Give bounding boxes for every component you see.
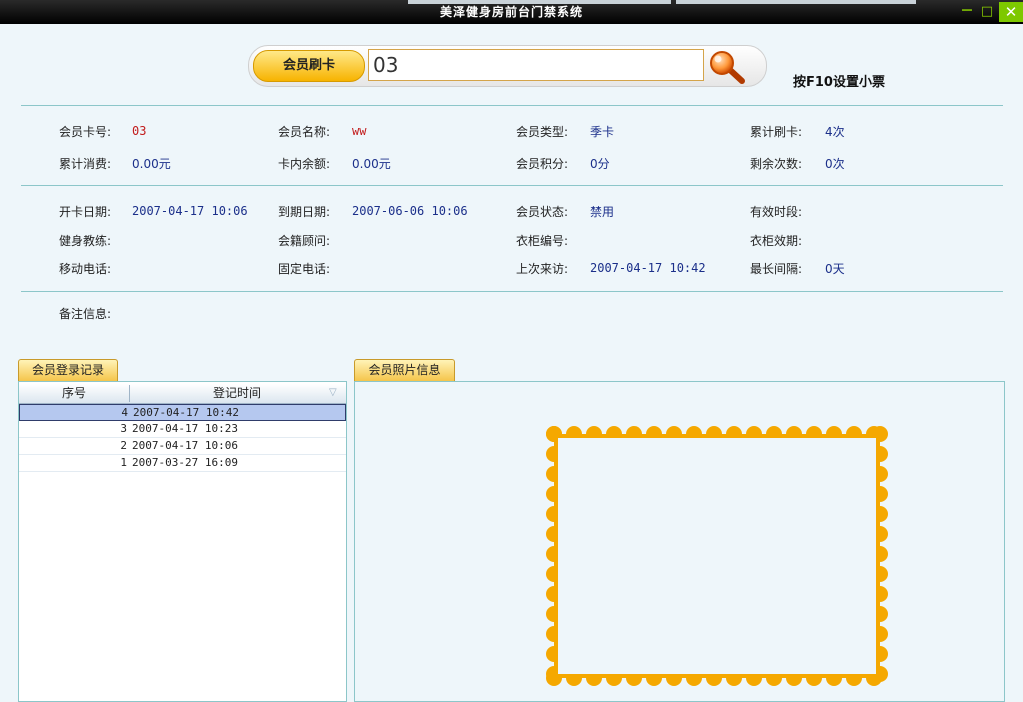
column-header-no[interactable]: 序号 [19, 384, 129, 403]
search-icon[interactable] [708, 50, 748, 86]
row-time: 2007-04-17 10:42 [133, 406, 239, 419]
column-header-time[interactable]: 登记时间 [130, 384, 344, 403]
close-button[interactable]: ✕ [999, 2, 1023, 22]
row-no: 4 [121, 406, 128, 419]
card-no-value: 03 [132, 124, 147, 138]
member-name-value: ww [352, 124, 367, 138]
total-swipes-label: 累计刷卡: [750, 125, 803, 139]
consultant-label: 会籍顾问: [278, 234, 331, 248]
row-time: 2007-04-17 10:06 [132, 439, 238, 452]
table-row[interactable]: 3 2007-04-17 10:23 [19, 421, 346, 438]
tab-login-log[interactable]: 会员登录记录 [18, 359, 118, 381]
tab-member-photo[interactable]: 会员照片信息 [354, 359, 455, 381]
title-bar: 美泽健身房前台门禁系统 － □ ✕ [0, 0, 1023, 24]
valid-period-label: 有效时段: [750, 205, 803, 219]
row-time: 2007-04-17 10:23 [132, 422, 238, 435]
member-name-label: 会员名称: [278, 125, 331, 139]
window-title: 美泽健身房前台门禁系统 [439, 5, 583, 19]
row-no: 3 [120, 422, 127, 435]
row-no: 1 [120, 456, 127, 469]
coach-label: 健身教练: [59, 234, 112, 248]
max-interval-label: 最长间隔: [750, 262, 803, 276]
remaining-label: 剩余次数: [750, 157, 803, 171]
phone-label: 固定电话: [278, 262, 331, 276]
points-label: 会员积分: [516, 157, 569, 171]
mobile-label: 移动电话: [59, 262, 112, 276]
locker-no-label: 衣柜编号: [516, 234, 569, 248]
row-time: 2007-03-27 16:09 [132, 456, 238, 469]
open-date-label: 开卡日期: [59, 205, 112, 219]
member-type-value: 季卡 [590, 125, 615, 139]
remark-label: 备注信息: [59, 307, 112, 321]
total-swipes-value: 4次 [825, 125, 845, 139]
table-row[interactable]: 1 2007-03-27 16:09 [19, 455, 346, 472]
table-row[interactable]: 4 2007-04-17 10:42 [19, 404, 346, 421]
member-type-label: 会员类型: [516, 125, 569, 139]
divider [21, 185, 1003, 186]
maximize-button[interactable]: □ [977, 2, 997, 22]
expire-date-label: 到期日期: [278, 205, 331, 219]
total-spend-value: 0.00元 [132, 157, 171, 171]
photo-frame [546, 426, 888, 686]
expire-date-value: 2007-06-06 10:06 [352, 204, 468, 218]
minimize-button[interactable]: － [957, 2, 977, 22]
sort-arrow-icon[interactable]: ▽ [329, 387, 337, 398]
last-visit-label: 上次来访: [516, 262, 569, 276]
total-spend-label: 累计消费: [59, 157, 112, 171]
member-status-label: 会员状态: [516, 205, 569, 219]
open-date-value: 2007-04-17 10:06 [132, 204, 248, 218]
card-no-label: 会员卡号: [59, 125, 112, 139]
member-status-value: 禁用 [590, 205, 615, 219]
card-number-input[interactable] [368, 49, 704, 81]
remaining-value: 0次 [825, 157, 845, 171]
swipe-card-button[interactable]: 会员刷卡 [253, 50, 365, 82]
login-log-header: 序号 登记时间 ▽ [19, 384, 346, 404]
divider [21, 291, 1003, 292]
points-value: 0分 [590, 157, 610, 171]
table-row[interactable]: 2 2007-04-17 10:06 [19, 438, 346, 455]
locker-expire-label: 衣柜效期: [750, 234, 803, 248]
row-no: 2 [120, 439, 127, 452]
balance-label: 卡内余额: [278, 157, 331, 171]
last-visit-value: 2007-04-17 10:42 [590, 261, 706, 275]
balance-value: 0.00元 [352, 157, 391, 171]
divider [21, 105, 1003, 106]
f10-receipt-hint: 按F10设置小票 [793, 75, 885, 90]
max-interval-value: 0天 [825, 262, 845, 276]
